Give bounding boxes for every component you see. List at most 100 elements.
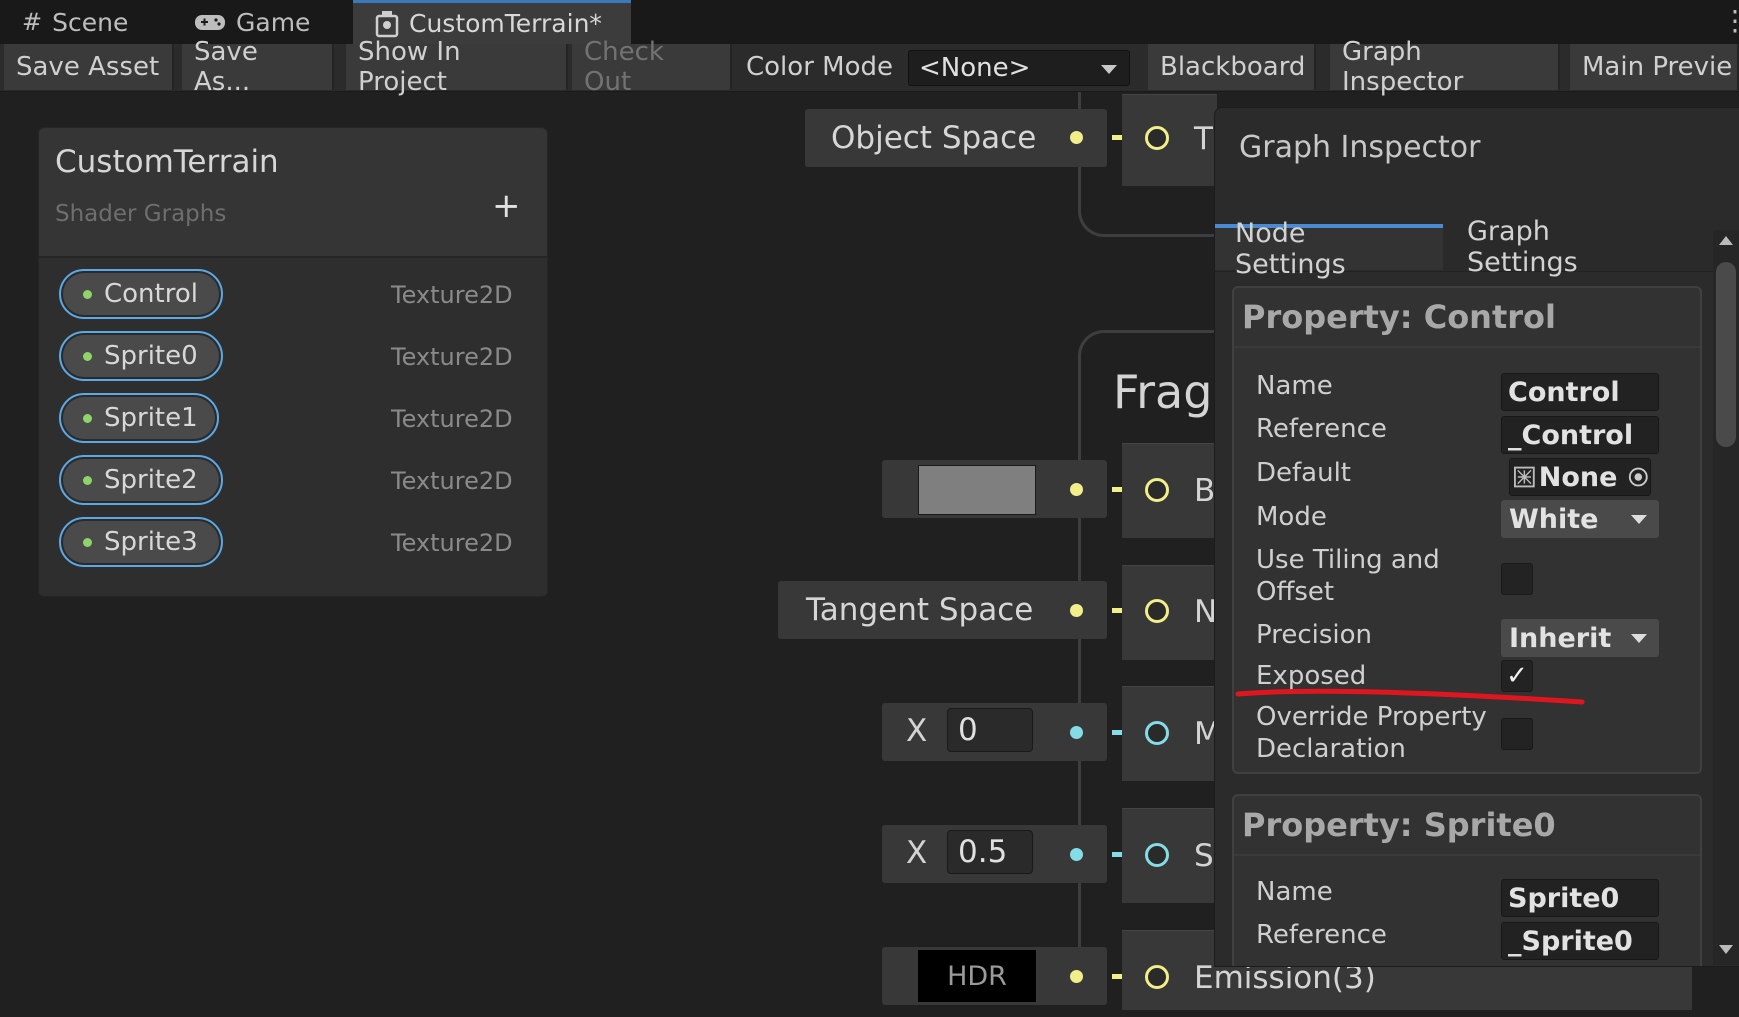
tab-game-label: Game	[236, 7, 311, 37]
blackboard-header: CustomTerrain Shader Graphs +	[39, 128, 547, 258]
gamepad-icon	[195, 15, 225, 30]
graph-inspector-title: Graph Inspector	[1239, 130, 1481, 165]
section-divider	[1234, 346, 1700, 348]
tab-scene[interactable]: # Scene	[0, 0, 160, 44]
name-field[interactable]: Control	[1501, 373, 1659, 411]
input-port-icon[interactable]	[1145, 478, 1169, 502]
metallic-value: 0	[958, 712, 978, 748]
color-mode-label: Color Mode	[746, 52, 893, 82]
name-field[interactable]: Sprite0	[1501, 879, 1659, 917]
property-type: Texture2D	[391, 467, 513, 495]
grid-icon: #	[22, 8, 43, 36]
reference-field[interactable]: _Sprite0	[1501, 922, 1659, 960]
property-type: Texture2D	[391, 281, 513, 309]
output-port-icon[interactable]	[1070, 131, 1083, 144]
input-port-icon[interactable]	[1145, 965, 1169, 989]
fragment-node-title: Frag	[1113, 365, 1213, 419]
property-name: Sprite2	[104, 465, 198, 495]
reference-label: Reference	[1256, 920, 1387, 950]
scroll-down-icon[interactable]	[1719, 945, 1733, 954]
section-title: Property: Control	[1242, 298, 1556, 336]
blackboard-panel: CustomTerrain Shader Graphs + Control Te…	[38, 127, 548, 597]
property-pill-sprite3[interactable]: Sprite3	[59, 517, 223, 567]
slot-label-smoothness: S	[1194, 838, 1214, 874]
chevron-down-icon	[1101, 65, 1117, 74]
input-port-icon[interactable]	[1145, 126, 1169, 150]
status-dot-icon	[83, 475, 92, 485]
default-value: None	[1538, 461, 1618, 493]
use-tiling-label: Use Tiling and Offset	[1256, 545, 1440, 607]
object-space-input[interactable]: Object Space	[805, 109, 1107, 167]
blackboard-subtitle: Shader Graphs	[55, 201, 227, 227]
property-pill-sprite0[interactable]: Sprite0	[59, 331, 223, 381]
tab-scene-label: Scene	[52, 7, 129, 37]
default-texture-field[interactable]: None	[1509, 458, 1651, 496]
input-port-icon[interactable]	[1145, 599, 1169, 623]
property-name: Control	[104, 279, 198, 309]
scrollbar-thumb[interactable]	[1716, 262, 1736, 447]
property-pill-control[interactable]: Control	[59, 269, 223, 319]
slot-label-tangent: T	[1194, 121, 1213, 157]
object-picker-icon[interactable]	[1627, 465, 1650, 489]
main-preview-toggle-button[interactable]: Main Previe	[1570, 44, 1739, 90]
status-dot-icon	[83, 351, 92, 361]
use-tiling-checkbox[interactable]	[1501, 563, 1533, 595]
property-type: Texture2D	[391, 529, 513, 557]
shader-graph-icon	[375, 10, 399, 37]
color-mode-select[interactable]: <None>	[908, 50, 1130, 86]
output-port-icon[interactable]	[1070, 726, 1083, 739]
chevron-down-icon	[1631, 634, 1647, 643]
override-property-checkbox[interactable]	[1501, 718, 1533, 750]
graph-toolbar: Save Asset Save As... Show In Project Ch…	[0, 37, 1739, 97]
hdr-color-swatch[interactable]: HDR	[918, 950, 1036, 1002]
property-type: Texture2D	[391, 405, 513, 433]
property-type: Texture2D	[391, 343, 513, 371]
tangent-space-label: Tangent Space	[806, 592, 1034, 628]
input-port-icon[interactable]	[1145, 843, 1169, 867]
smoothness-value-field[interactable]: 0.5	[947, 830, 1033, 874]
more-options-icon[interactable]: ⋮	[1721, 4, 1739, 37]
status-dot-icon	[83, 289, 92, 299]
blackboard-toggle-button[interactable]: Blackboard	[1148, 44, 1316, 90]
output-port-icon[interactable]	[1070, 604, 1083, 617]
show-in-project-button[interactable]: Show In Project	[346, 37, 568, 97]
property-name: Sprite3	[104, 527, 198, 557]
precision-label: Precision	[1256, 620, 1373, 650]
name-label: Name	[1256, 371, 1333, 401]
property-pill-sprite1[interactable]: Sprite1	[59, 393, 219, 443]
scroll-up-icon[interactable]	[1719, 236, 1733, 245]
name-label: Name	[1256, 877, 1333, 907]
color-swatch[interactable]	[918, 465, 1036, 515]
output-port-icon[interactable]	[1070, 483, 1083, 496]
texture-icon	[1514, 466, 1535, 488]
default-label: Default	[1256, 458, 1351, 488]
check-out-button[interactable]: Check Out	[572, 37, 732, 97]
input-port-icon[interactable]	[1145, 721, 1169, 745]
reference-field[interactable]: _Control	[1501, 416, 1659, 454]
slot-label-base-color: B	[1194, 473, 1216, 509]
mode-dropdown[interactable]: White	[1501, 500, 1659, 538]
output-port-icon[interactable]	[1070, 848, 1083, 861]
status-dot-icon	[83, 413, 92, 423]
object-space-label: Object Space	[831, 120, 1037, 156]
output-port-icon[interactable]	[1070, 970, 1083, 983]
x-axis-label: X	[906, 713, 928, 749]
metallic-value-field[interactable]: 0	[947, 708, 1033, 752]
save-asset-button[interactable]: Save Asset	[4, 44, 174, 90]
section-divider	[1234, 854, 1700, 856]
property-pill-sprite2[interactable]: Sprite2	[59, 455, 223, 505]
tab-graph-settings[interactable]: Graph Settings	[1447, 216, 1687, 278]
tangent-space-input[interactable]: Tangent Space	[778, 581, 1107, 639]
tab-node-settings[interactable]: Node Settings	[1215, 218, 1443, 280]
graph-inspector-toggle-button[interactable]: Graph Inspector	[1330, 37, 1560, 97]
save-as-button[interactable]: Save As...	[182, 37, 334, 97]
tab-customterrain-label: CustomTerrain*	[409, 9, 602, 38]
add-property-button[interactable]: +	[492, 189, 521, 223]
x-axis-label: X	[906, 835, 928, 871]
smoothness-value: 0.5	[958, 834, 1008, 870]
precision-dropdown[interactable]: Inherit	[1501, 619, 1659, 657]
blackboard-title: CustomTerrain	[55, 144, 279, 180]
status-dot-icon	[83, 537, 92, 547]
color-mode-value: <None>	[919, 53, 1031, 83]
chevron-down-icon	[1631, 515, 1647, 524]
